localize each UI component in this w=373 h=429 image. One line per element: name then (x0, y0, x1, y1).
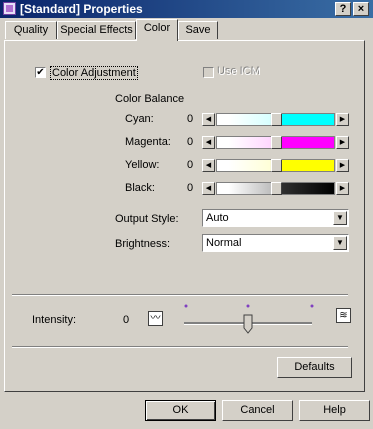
yellow-value: 0 (187, 159, 194, 171)
output-style-value: Auto (206, 212, 229, 224)
magenta-value: 0 (187, 136, 194, 148)
brightness-dropdown-arrow[interactable]: ▼ (333, 236, 347, 250)
use-icm-checkbox (203, 67, 214, 78)
separator (12, 294, 348, 296)
yellow-slider-right-arrow[interactable]: ▶ (336, 159, 349, 172)
cyan-slider-left-arrow[interactable]: ◀ (202, 113, 215, 126)
low-intensity-icon[interactable]: 〰 (148, 311, 163, 326)
black-slider-thumb[interactable] (271, 182, 282, 195)
color-adjustment-checkbox[interactable]: ✔ (35, 67, 46, 78)
black-label: Black: (125, 182, 155, 194)
magenta-slider-right-arrow[interactable]: ▶ (336, 136, 349, 149)
magenta-slider[interactable]: ◀ ▶ (202, 136, 349, 149)
intensity-tick-mid (246, 304, 250, 308)
intensity-value: 0 (123, 314, 130, 326)
cyan-value: 0 (187, 113, 194, 125)
yellow-slider[interactable]: ◀ ▶ (202, 159, 349, 172)
use-icm-label: Use ICM (218, 66, 261, 78)
cancel-button[interactable]: Cancel (222, 400, 293, 421)
brightness-label: Brightness: (115, 238, 171, 250)
close-button[interactable]: × (353, 2, 369, 16)
defaults-button[interactable]: Defaults (277, 357, 352, 378)
color-balance-heading: Color Balance (115, 93, 185, 105)
output-style-label: Output Style: (115, 213, 179, 225)
magenta-label: Magenta: (125, 136, 171, 148)
cyan-label: Cyan: (125, 113, 154, 125)
brightness-value: Normal (206, 237, 242, 249)
cyan-slider-right-arrow[interactable]: ▶ (336, 113, 349, 126)
yellow-slider-left-arrow[interactable]: ◀ (202, 159, 215, 172)
magenta-slider-thumb[interactable] (271, 136, 282, 149)
intensity-slider[interactable] (178, 302, 324, 336)
brightness-select[interactable]: Normal ▼ (202, 234, 349, 252)
window-title: [Standard] Properties (20, 2, 143, 16)
tab-color[interactable]: Color (136, 19, 178, 41)
separator (12, 346, 348, 348)
high-intensity-icon[interactable]: ≋ (336, 308, 351, 323)
intensity-tick-min (184, 304, 188, 308)
ok-button[interactable]: OK (145, 400, 216, 421)
printer-properties-icon (3, 2, 16, 15)
help-title-button[interactable]: ? (335, 2, 351, 16)
cyan-slider-thumb[interactable] (271, 113, 282, 126)
black-slider-left-arrow[interactable]: ◀ (202, 182, 215, 195)
output-style-dropdown-arrow[interactable]: ▼ (333, 211, 347, 225)
intensity-label: Intensity: (32, 314, 77, 326)
output-style-select[interactable]: Auto ▼ (202, 209, 349, 227)
cyan-slider[interactable]: ◀ ▶ (202, 113, 349, 126)
black-value: 0 (187, 182, 194, 194)
black-slider-right-arrow[interactable]: ▶ (336, 182, 349, 195)
intensity-slider-thumb (243, 314, 253, 334)
tab-save[interactable]: Save (178, 21, 218, 39)
yellow-label: Yellow: (125, 159, 160, 171)
black-slider[interactable]: ◀ ▶ (202, 182, 349, 195)
magenta-slider-left-arrow[interactable]: ◀ (202, 136, 215, 149)
tab-quality[interactable]: Quality (5, 21, 57, 39)
yellow-slider-thumb[interactable] (271, 159, 282, 172)
intensity-tick-max (310, 304, 314, 308)
tab-special-effects[interactable]: Special Effects (57, 21, 136, 39)
color-adjustment-label[interactable]: Color Adjustment (50, 66, 138, 80)
help-button[interactable]: Help (299, 400, 370, 421)
